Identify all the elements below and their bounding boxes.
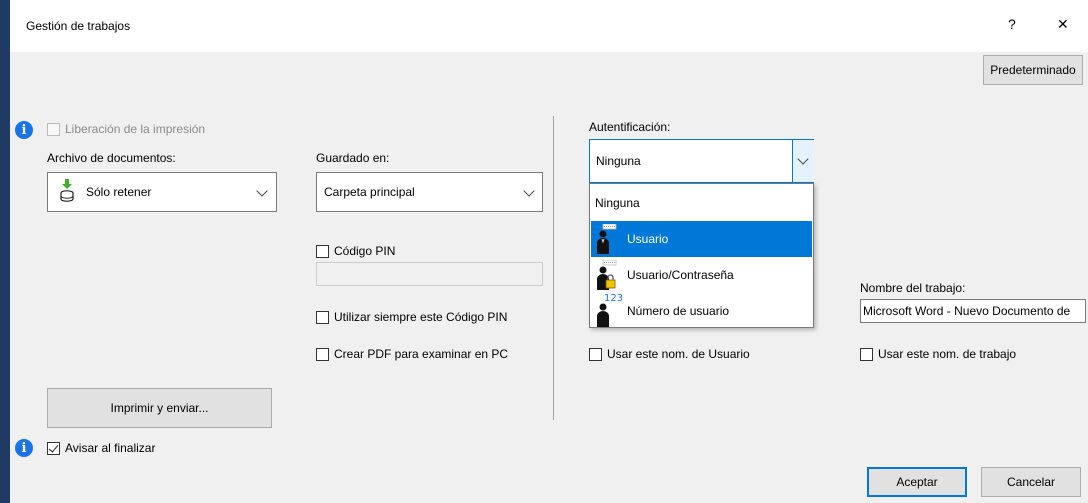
save-to-value: Carpeta principal: [324, 185, 415, 199]
use-user-name-checkbox[interactable]: [589, 348, 602, 361]
option-user-password[interactable]: Usuario/Contraseña: [591, 257, 812, 293]
title-bar: Gestión de trabajos ? ✕: [10, 0, 1088, 52]
pin-checkbox[interactable]: [316, 245, 329, 258]
authentication-value: Ninguna: [596, 154, 641, 168]
cancel-button-label: Cancelar: [1006, 475, 1056, 489]
create-pdf-checkbox[interactable]: [316, 348, 329, 361]
info-icon[interactable]: i: [15, 121, 33, 139]
user-lock-icon: [595, 259, 617, 293]
job-name-label: Nombre del trabajo:: [860, 281, 966, 295]
option-user[interactable]: Usuario: [591, 221, 812, 257]
notify-label: Avisar al finalizar: [65, 441, 156, 455]
save-to-label: Guardado en:: [316, 151, 390, 165]
use-job-name-label: Usar este nom. de trabajo: [878, 347, 1017, 361]
option-none[interactable]: Ninguna: [591, 185, 812, 221]
print-send-label: Imprimir y enviar...: [110, 401, 209, 415]
background-window-edge: [0, 0, 10, 503]
user-icon: [595, 223, 617, 257]
dialog-title: Gestión de trabajos: [26, 19, 131, 33]
always-pin-label: Utilizar siempre este Código PIN: [334, 310, 508, 324]
pin-label: Código PIN: [334, 244, 396, 258]
user-number-icon: 123: [595, 293, 623, 330]
release-checkbox[interactable]: [47, 123, 60, 136]
column-divider: [553, 116, 554, 420]
notify-checkbox[interactable]: [47, 442, 60, 455]
job-name-field[interactable]: Microsoft Word - Nuevo Documento de: [860, 299, 1086, 323]
help-button[interactable]: ?: [1008, 16, 1016, 32]
option-user-number[interactable]: 123 Número de usuario: [591, 293, 812, 329]
option-label: Número de usuario: [627, 304, 730, 318]
create-pdf-label: Crear PDF para examinar en PC: [334, 347, 509, 361]
default-button-label: Predeterminado: [990, 63, 1076, 77]
user-number-badge: 123: [604, 293, 624, 304]
document-filing-label: Archivo de documentos:: [47, 151, 176, 165]
print-send-button[interactable]: Imprimir y enviar...: [47, 388, 272, 428]
authentication-dropdown: Ninguna Usuario Usuario/Contraseña 123 N…: [589, 183, 814, 328]
hold-icon: [59, 178, 75, 207]
chevron-down-icon: [256, 185, 268, 197]
pin-field[interactable]: [316, 262, 543, 286]
document-filing-select[interactable]: Sólo retener: [47, 172, 277, 212]
option-label: Usuario: [627, 232, 669, 246]
dropdown-button[interactable]: [792, 140, 814, 182]
info-icon[interactable]: i: [15, 439, 33, 457]
option-label: Ninguna: [595, 196, 640, 210]
release-label: Liberación de la impresión: [65, 122, 206, 136]
close-button[interactable]: ✕: [1057, 16, 1069, 33]
use-user-name-label: Usar este nom. de Usuario: [607, 347, 750, 361]
chevron-down-icon: [797, 153, 809, 165]
ok-button[interactable]: Aceptar: [867, 467, 967, 497]
cancel-button[interactable]: Cancelar: [981, 467, 1081, 497]
chevron-down-icon: [523, 185, 535, 197]
document-filing-value: Sólo retener: [86, 185, 152, 199]
ok-button-label: Aceptar: [896, 475, 938, 489]
option-label: Usuario/Contraseña: [627, 268, 734, 282]
authentication-select[interactable]: Ninguna: [589, 139, 814, 183]
save-to-select[interactable]: Carpeta principal: [316, 172, 543, 212]
default-button[interactable]: Predeterminado: [983, 55, 1083, 85]
authentication-label: Autentificación:: [589, 120, 671, 134]
always-pin-checkbox[interactable]: [316, 311, 329, 324]
use-job-name-checkbox[interactable]: [860, 348, 873, 361]
